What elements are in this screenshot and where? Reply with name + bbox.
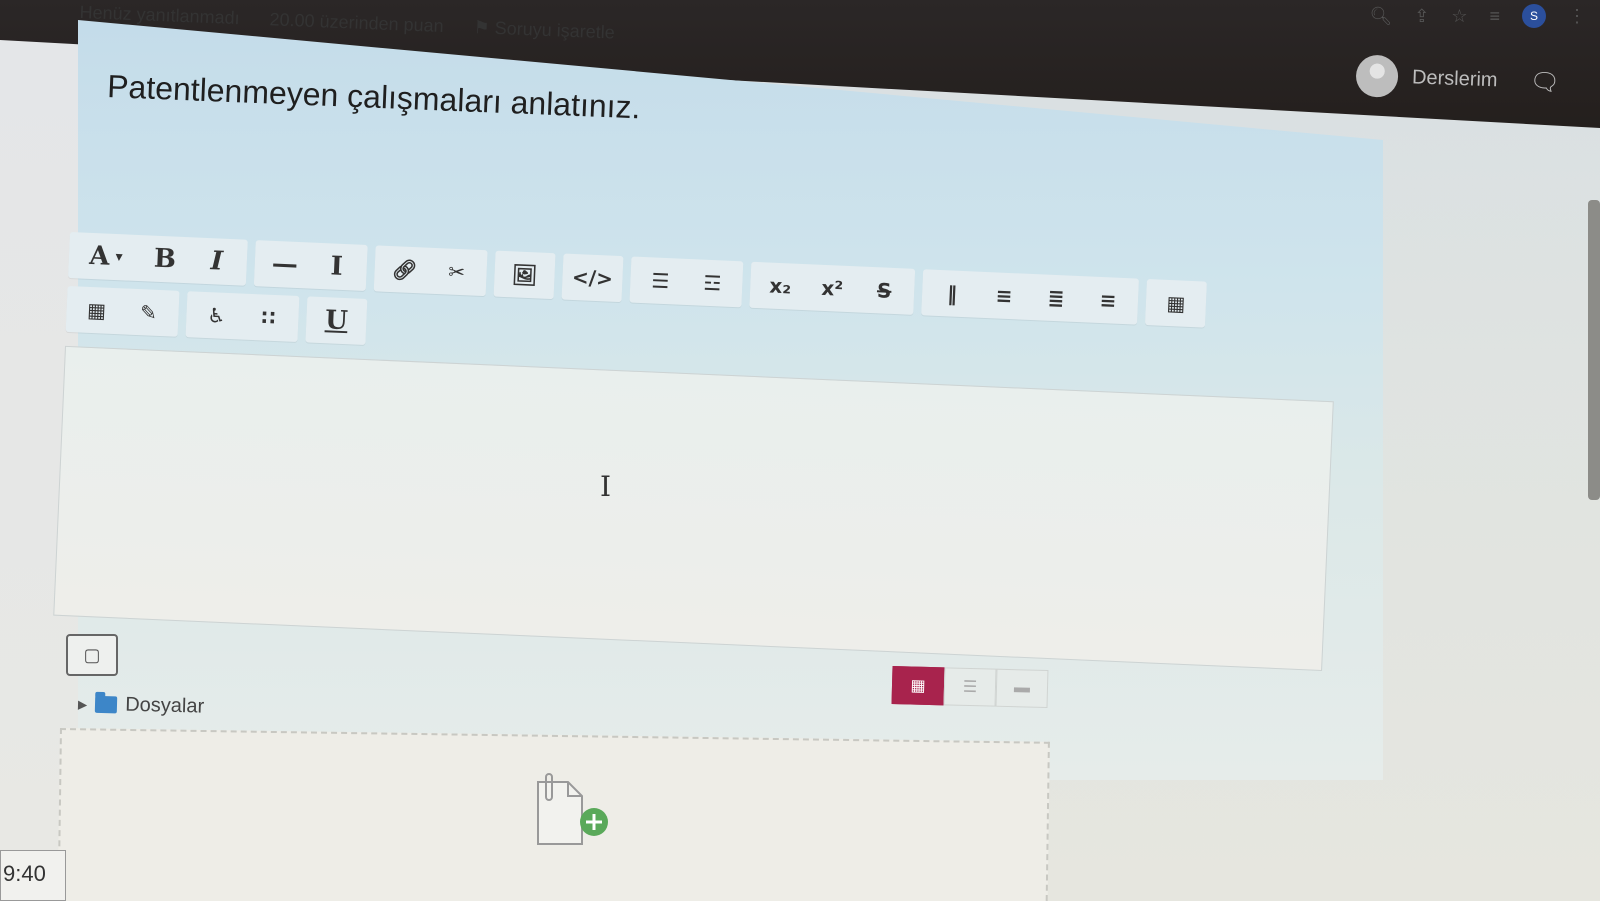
align-center-icon[interactable]: ≣ [1029, 277, 1083, 319]
browser-toolbar: 🔍︎ ⇪ ☆ ≡ S ⋮ [1369, 4, 1586, 28]
toolbar-group-source: </> [561, 253, 624, 303]
user-menu-label[interactable]: Derslerim [1412, 66, 1498, 92]
file-icon: ▢ [83, 644, 101, 665]
tree-view-button[interactable]: ▬ [995, 668, 1049, 709]
menu-icon[interactable]: ⋮ [1568, 6, 1586, 27]
toolbar-group-tools: ▦ ✎ [65, 285, 180, 337]
star-icon[interactable]: ☆ [1451, 6, 1467, 27]
screen-reader-helper-icon[interactable]: ∷ [242, 297, 296, 339]
flag-icon: ⚑ [473, 17, 491, 38]
rtl-icon[interactable]: ‖ [925, 272, 979, 314]
font-style-button[interactable]: A ▾ [72, 235, 140, 278]
toolbar-group-media: 🖼︎ [493, 250, 556, 300]
text-cursor-icon: I [600, 470, 612, 503]
zoom-icon[interactable]: 🔍︎ [1369, 6, 1392, 27]
share-icon[interactable]: ⇪ [1414, 6, 1429, 27]
chat-icon[interactable]: 🗨︎ [1529, 67, 1560, 97]
scrollbar[interactable] [1588, 200, 1600, 500]
toolbar-group-format: — I [253, 240, 368, 291]
expand-arrow-icon: ▶ [77, 696, 88, 712]
list-view-button[interactable]: ☰ [943, 667, 997, 707]
bullet-list-icon[interactable]: ☰ [634, 260, 688, 302]
toolbar-group-script: x₂ x² S [749, 261, 916, 315]
reading-list-icon[interactable]: ≡ [1489, 6, 1500, 27]
numbered-list-icon[interactable]: ☲ [686, 262, 740, 304]
align-left-icon[interactable]: ≡ [977, 275, 1031, 317]
add-file-button[interactable]: ▢ [66, 634, 118, 676]
rich-text-editor: A▾ B I — I 🔗︎ ✂ 🖼︎ </> ☰ ☲ x₂ x² S ‖ ≡ [53, 232, 1348, 672]
unlink-icon[interactable]: ✂ [430, 251, 484, 293]
editor-text-area[interactable] [53, 345, 1334, 672]
add-file-icon[interactable] [532, 772, 612, 852]
file-view-toggles: ▦ ☰ ▬ [891, 665, 1049, 709]
clear-formatting-button[interactable]: I [310, 246, 364, 288]
horizontal-rule-button[interactable]: — [258, 243, 312, 285]
avatar[interactable] [1355, 54, 1399, 98]
underline-button[interactable]: U [310, 300, 364, 342]
bold-button[interactable]: B [138, 238, 192, 280]
edit-icon[interactable]: ✎ [122, 291, 176, 333]
toolbar-group-accessibility: ♿ ∷ [185, 291, 300, 343]
toolbar-group-table: ▦ [1144, 279, 1207, 328]
strikethrough-icon[interactable]: S [857, 269, 911, 311]
subscript-icon[interactable]: x₂ [753, 265, 807, 307]
italic-button[interactable]: I [190, 240, 244, 282]
flag-question-label: Soruyu işaretle [494, 17, 616, 43]
user-menu[interactable]: Derslerim 🗨︎ [1355, 54, 1560, 103]
html-source-icon[interactable]: </> [566, 257, 620, 299]
profile-icon[interactable]: S [1522, 4, 1546, 28]
accessibility-checker-icon[interactable]: ♿ [190, 294, 244, 336]
toolbar-group-links: 🔗︎ ✂ [373, 245, 488, 297]
icons-view-button[interactable]: ▦ [891, 665, 945, 706]
equation-icon[interactable]: ▦ [70, 289, 124, 331]
table-icon[interactable]: ▦ [1149, 282, 1203, 324]
folder-icon [95, 695, 118, 714]
toolbar-group-align: ‖ ≡ ≣ ≡ [921, 269, 1139, 325]
toolbar-group-underline: U [305, 296, 368, 345]
image-icon[interactable]: 🖼︎ [498, 254, 552, 296]
toolbar-group-lists: ☰ ☲ [629, 256, 744, 308]
link-icon[interactable]: 🔗︎ [378, 249, 432, 291]
files-label: Dosyalar [124, 693, 205, 718]
align-right-icon[interactable]: ≡ [1081, 279, 1135, 321]
clock: 9:40 [0, 850, 66, 901]
toolbar-group-style: A ▾ B I [67, 232, 248, 286]
superscript-icon[interactable]: x² [805, 267, 859, 309]
files-section-toggle[interactable]: ▶ Dosyalar [78, 692, 205, 718]
